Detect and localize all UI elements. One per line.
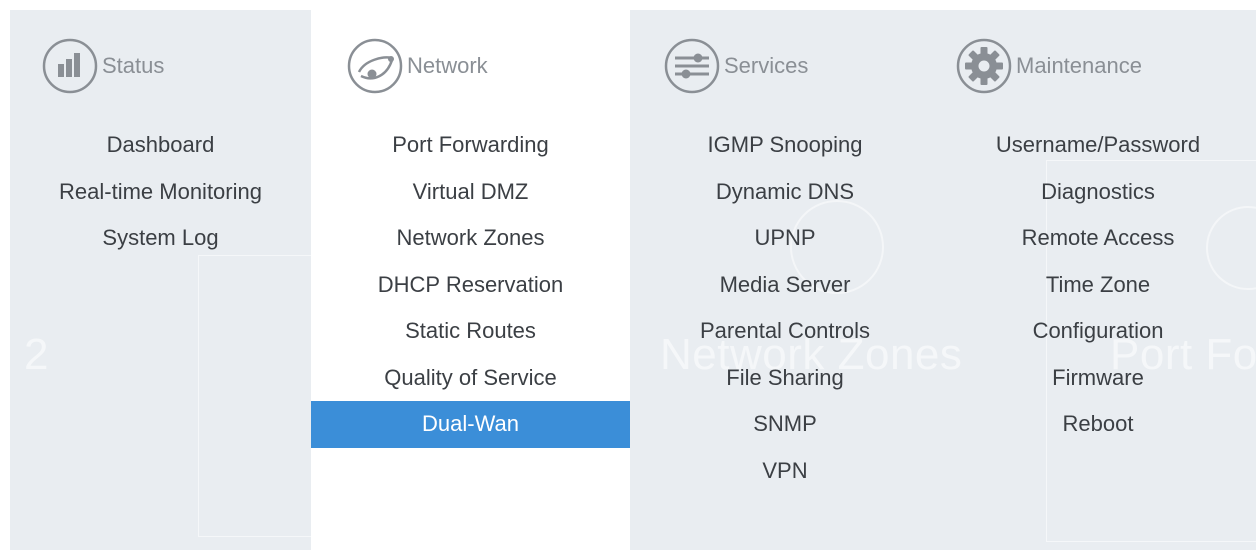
services-item-vpn[interactable]: VPN [630,448,940,495]
maintenance-label: Maintenance [1016,53,1142,78]
maintenance-item-time-zone[interactable]: Time Zone [940,262,1256,309]
maintenance-item-configuration[interactable]: Configuration [940,308,1256,355]
maintenance-column: Maintenance Username/Password Diagnostic… [940,10,1256,550]
network-item-static-routes[interactable]: Static Routes [311,308,630,355]
status-item-list: Dashboard Real-time Monitoring System Lo… [10,122,311,262]
maintenance-item-diagnostics[interactable]: Diagnostics [940,169,1256,216]
maintenance-header[interactable]: Maintenance [954,36,1142,96]
maintenance-item-reboot[interactable]: Reboot [940,401,1256,448]
services-label: Services [724,53,809,78]
services-item-dynamic-dns[interactable]: Dynamic DNS [630,169,940,216]
network-header[interactable]: Network [345,36,488,96]
services-header[interactable]: Services [662,36,808,96]
status-column: Status Dashboard Real-time Monitoring Sy… [10,10,311,550]
status-item-system-log[interactable]: System Log [10,215,311,262]
network-item-virtual-dmz[interactable]: Virtual DMZ [311,169,630,216]
maintenance-item-remote-access[interactable]: Remote Access [940,215,1256,262]
network-item-dhcp-reservation[interactable]: DHCP Reservation [311,262,630,309]
network-item-port-forwarding[interactable]: Port Forwarding [311,122,630,169]
maintenance-item-list: Username/Password Diagnostics Remote Acc… [940,122,1256,448]
network-item-quality-of-service[interactable]: Quality of Service [311,355,630,402]
services-item-igmp-snooping[interactable]: IGMP Snooping [630,122,940,169]
status-item-real-time-monitoring[interactable]: Real-time Monitoring [10,169,311,216]
main-menu: Status Dashboard Real-time Monitoring Sy… [10,10,1256,550]
status-label: Status [102,53,165,78]
gear-icon [956,38,1012,94]
network-item-dual-wan[interactable]: Dual-Wan [311,401,630,448]
services-item-file-sharing[interactable]: File Sharing [630,355,940,402]
bar-chart-icon [42,38,98,94]
services-column: Services IGMP Snooping Dynamic DNS UPNP … [630,10,940,550]
network-item-network-zones[interactable]: Network Zones [311,215,630,262]
services-item-parental-controls[interactable]: Parental Controls [630,308,940,355]
services-item-media-server[interactable]: Media Server [630,262,940,309]
status-header[interactable]: Status [40,36,164,96]
network-item-list: Port Forwarding Virtual DMZ Network Zone… [311,122,630,448]
maintenance-item-firmware[interactable]: Firmware [940,355,1256,402]
network-label: Network [407,53,488,78]
sliders-icon [664,38,720,94]
network-column: Network Port Forwarding Virtual DMZ Netw… [311,10,630,550]
services-item-upnp[interactable]: UPNP [630,215,940,262]
services-item-list: IGMP Snooping Dynamic DNS UPNP Media Ser… [630,122,940,494]
maintenance-item-username-password[interactable]: Username/Password [940,122,1256,169]
menu-frame: Network Zones Port Fo 2 Status Dashboard… [10,10,1256,550]
globe-link-icon [347,38,403,94]
status-item-dashboard[interactable]: Dashboard [10,122,311,169]
services-item-snmp[interactable]: SNMP [630,401,940,448]
